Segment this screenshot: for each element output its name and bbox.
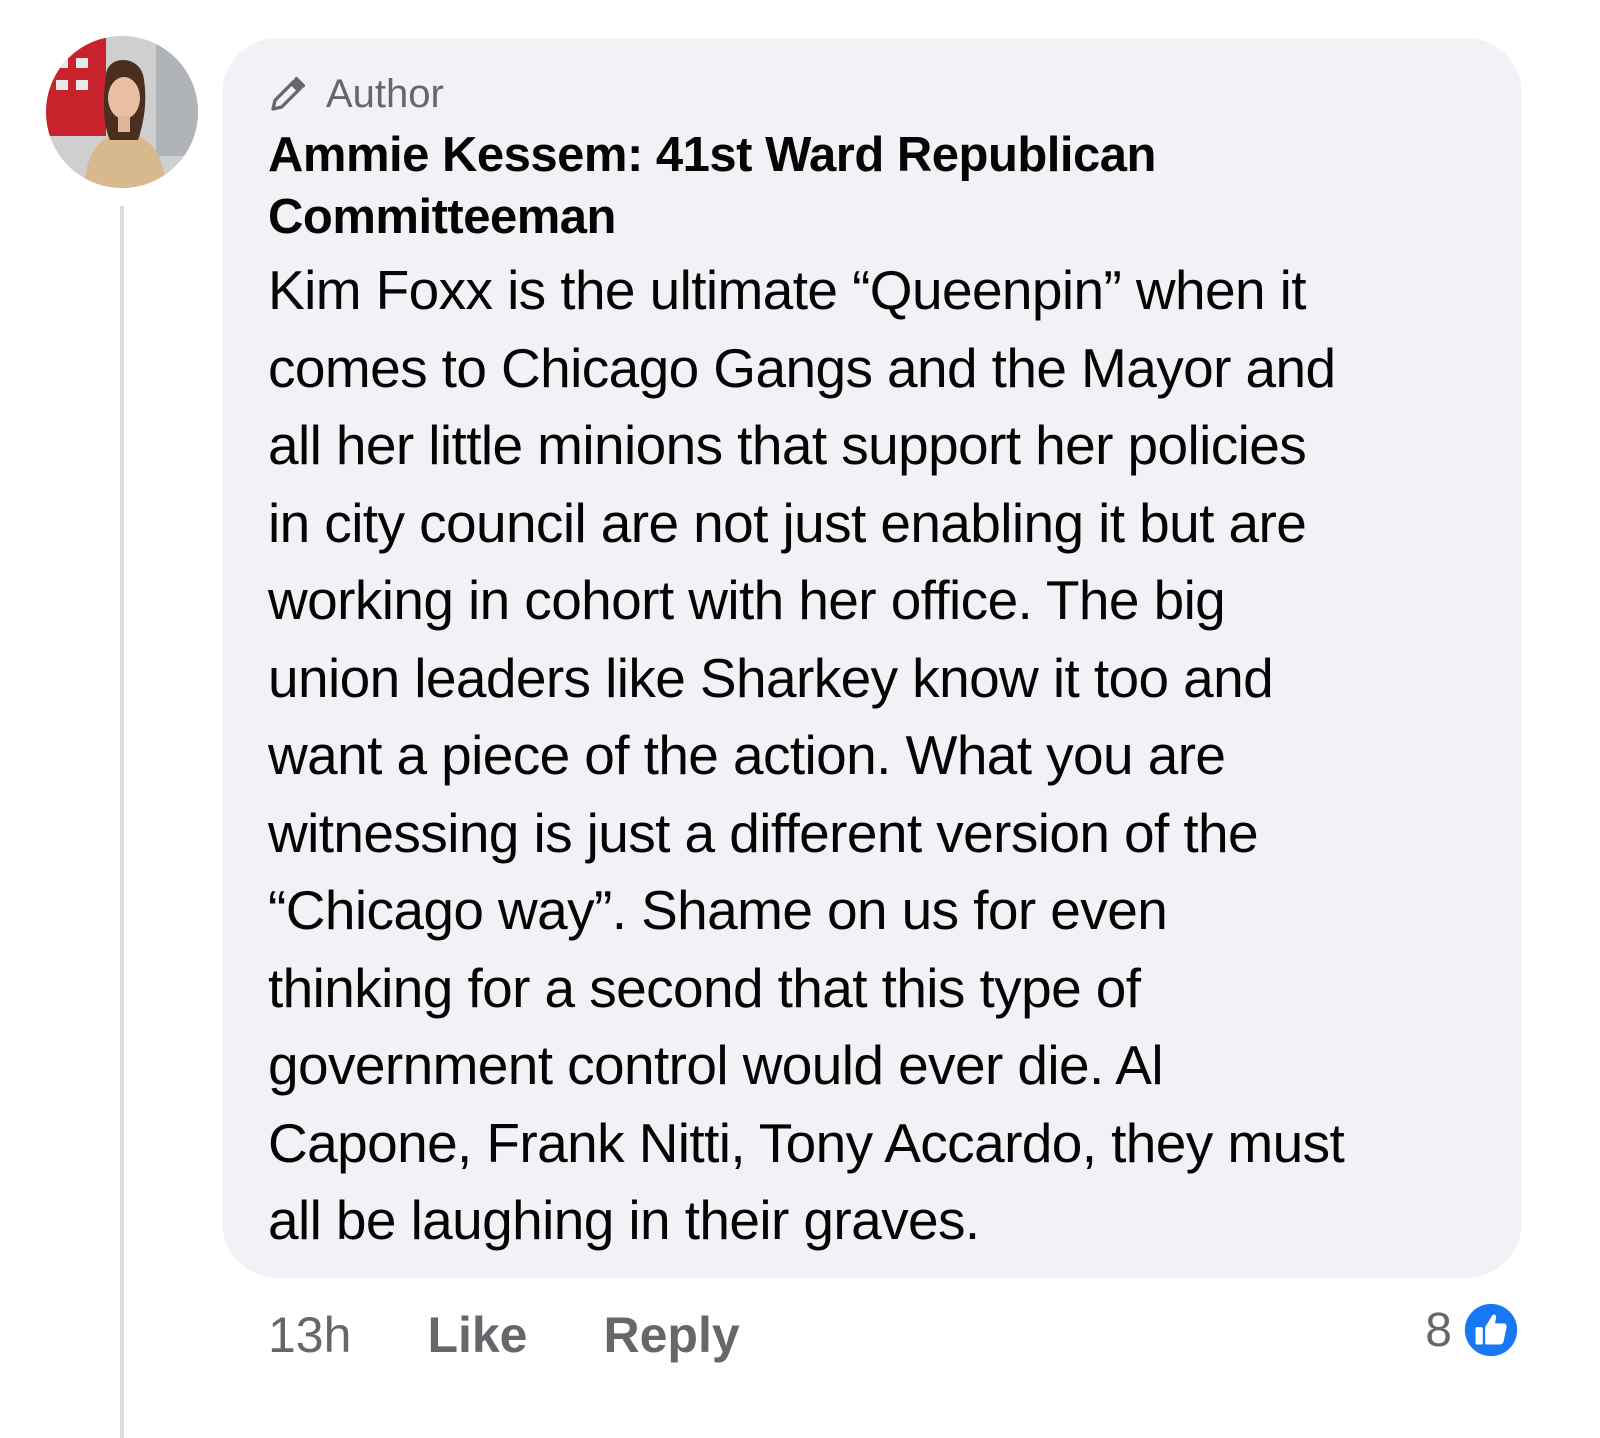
reaction-summary[interactable]: 8: [1425, 1298, 1522, 1362]
comment-text-line: “Chicago way”. Shame on us for even: [268, 879, 1168, 941]
avatar-photo: [46, 36, 198, 188]
author-badge-label: Author: [326, 71, 444, 116]
avatar[interactable]: [46, 36, 198, 188]
comment-text-line: working in cohort with her office. The b…: [268, 569, 1226, 631]
comment-actions: 13h Like Reply: [268, 1300, 816, 1370]
comment-text-line: in city council are not just enabling it…: [268, 491, 1307, 554]
comment-text-line: Capone, Frank Nitti, Tony Accardo, they …: [268, 1111, 1345, 1174]
comment-text-line: all her little minions that support her …: [268, 414, 1307, 476]
timestamp-link[interactable]: 13h: [268, 1306, 351, 1364]
like-thumbs-up-icon: [1461, 1300, 1521, 1360]
comment-text: Kim Foxx is the ultimate “Queenpin” when…: [268, 252, 1508, 1260]
comment-text-line: witnessing is just a different version o…: [268, 801, 1259, 864]
author-badge: Author: [268, 70, 444, 118]
author-name-line: Committeeman: [268, 190, 616, 244]
comment-text-line: want a piece of the action. What you are: [268, 724, 1226, 786]
reaction-count: 8: [1425, 1303, 1452, 1357]
pencil-icon: [271, 77, 305, 111]
comment-text-line: comes to Chicago Gangs and the Mayor and: [268, 336, 1336, 399]
comment-text-line: all be laughing in their graves.: [268, 1189, 980, 1251]
reply-button[interactable]: Reply: [604, 1306, 740, 1364]
like-button[interactable]: Like: [427, 1306, 527, 1364]
author-name[interactable]: Ammie Kessem: 41st Ward Republican Commi…: [268, 124, 1368, 248]
author-name-line: Ammie Kessem: 41st Ward Republican: [268, 128, 1156, 182]
comment-text-line: thinking for a second that this type of: [268, 956, 1141, 1019]
thread-line: [120, 206, 124, 1438]
comment-text-line: government control would ever die. Al: [268, 1034, 1164, 1096]
comment-thread: Author Ammie Kessem: 41st Ward Republica…: [0, 0, 1600, 1438]
comment-text-line: union leaders like Sharkey know it too a…: [268, 646, 1274, 709]
comment-text-line: Kim Foxx is the ultimate “Queenpin” when…: [268, 259, 1307, 321]
